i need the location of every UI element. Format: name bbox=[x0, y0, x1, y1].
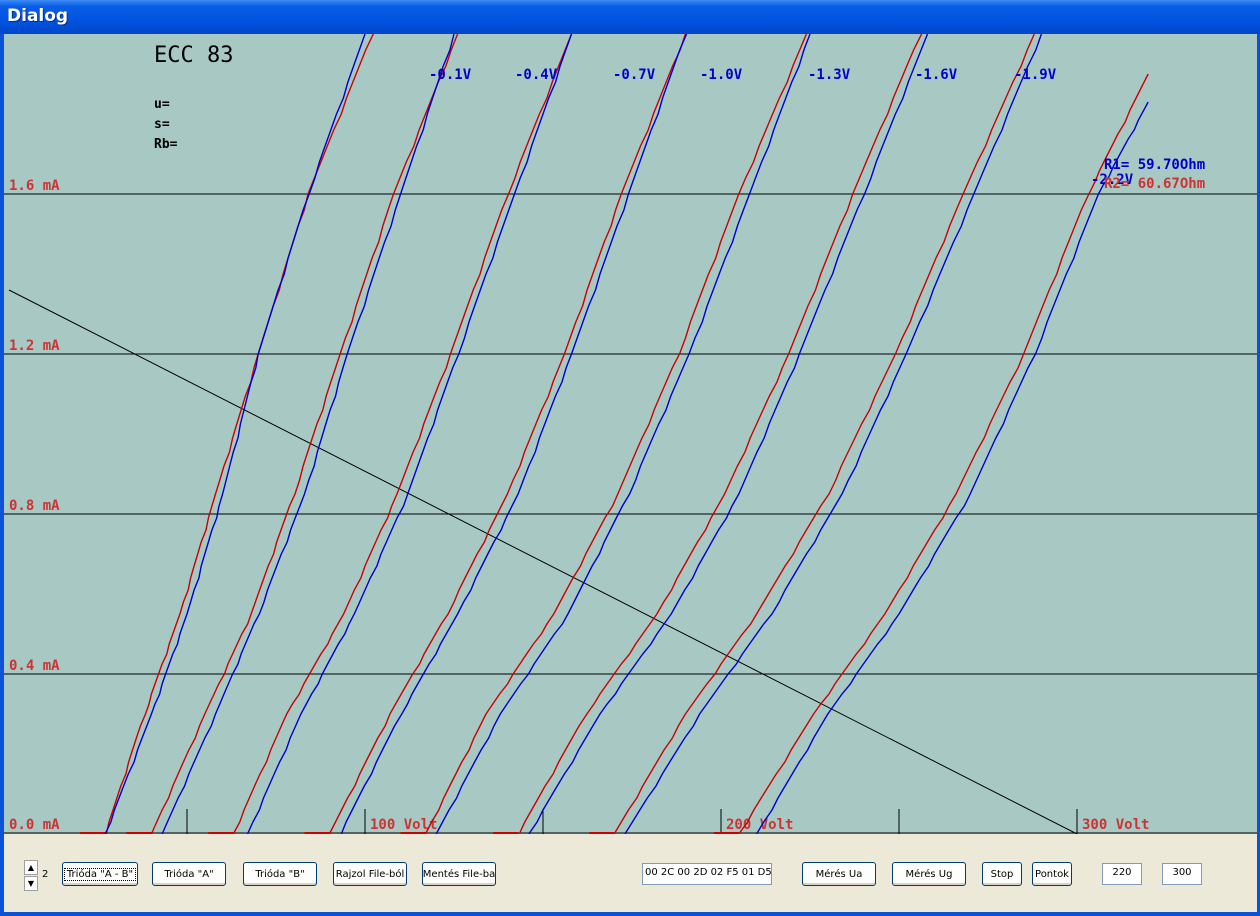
spinner-value: 2 bbox=[42, 869, 49, 880]
value-field-1[interactable]: 220 bbox=[1102, 863, 1142, 885]
window-title: Dialog bbox=[7, 6, 69, 26]
spin-up-icon[interactable]: ▲ bbox=[24, 860, 38, 875]
hex-data-field[interactable]: 00 2C 00 2D 02 F5 01 D5 bbox=[642, 863, 772, 885]
meres-ua-label: Mérés Ua bbox=[815, 868, 863, 880]
curve-b--0.1V bbox=[105, 34, 374, 834]
y-tick-label: 1.2 mA bbox=[9, 338, 60, 354]
control-panel: ▲ ▼ 2 Trióda "A - B" Trióda "A" Trióda "… bbox=[4, 834, 1257, 912]
spin-down-icon[interactable]: ▼ bbox=[24, 876, 38, 891]
grid-voltage-label: -0.7V bbox=[613, 67, 656, 83]
load-line bbox=[8, 289, 1078, 834]
title-bar[interactable]: Dialog bbox=[0, 0, 1260, 35]
curve-count-spinner[interactable]: ▲ ▼ bbox=[24, 860, 38, 892]
curve-b--1.0V bbox=[328, 34, 687, 834]
param-label: u= bbox=[154, 97, 170, 112]
param-label: Rb= bbox=[154, 137, 178, 152]
resistance-annotation: R2= 60.67Ohm bbox=[1104, 176, 1205, 192]
meres-ua-button[interactable]: Mérés Ua bbox=[802, 862, 876, 886]
mentes-file-button[interactable]: Mentés File-ba bbox=[422, 862, 496, 886]
y-tick-label: 0.0 mA bbox=[9, 817, 60, 833]
trioda-a-label: Trióda "A" bbox=[164, 868, 214, 880]
plot-area: 0.0 mA 0.4 mA 0.8 mA 1.2 mA 1.6 mA 100 Volt 20… bbox=[4, 34, 1257, 834]
pontok-label: Pontok bbox=[1035, 868, 1069, 880]
curve-b--1.9V bbox=[613, 34, 1035, 834]
y-tick-label: 0.4 mA bbox=[9, 658, 60, 674]
stop-label: Stop bbox=[990, 868, 1014, 880]
stop-button[interactable]: Stop bbox=[982, 862, 1022, 886]
curve-b--1.6V bbox=[518, 34, 923, 834]
characteristic-chart: 0.0 mA0.4 mA0.8 mA1.2 mA1.6 mA100 Volt 20… bbox=[4, 34, 1257, 834]
param-label: s= bbox=[154, 117, 170, 132]
curve-a--2.2V bbox=[755, 101, 1149, 834]
curve-a--1.6V bbox=[528, 34, 929, 834]
x-tick-label: 300 Volt bbox=[1082, 817, 1149, 833]
curve-b--2.2V bbox=[738, 73, 1149, 834]
x-tick-label: 200 Volt bbox=[726, 817, 793, 833]
window-frame-bottom bbox=[0, 912, 1260, 916]
curve-b--0.4V bbox=[150, 34, 459, 834]
rajzol-file-button[interactable]: Rajzol File-ból bbox=[333, 862, 407, 886]
curve-a--1.3V bbox=[435, 34, 811, 834]
rajzol-label: Rajzol File-ból bbox=[335, 868, 405, 880]
meres-ug-label: Mérés Ug bbox=[905, 868, 953, 880]
pontok-button[interactable]: Pontok bbox=[1032, 862, 1072, 886]
grid-voltage-label: -0.4V bbox=[515, 67, 558, 83]
grid-voltage-label: -0.1V bbox=[429, 67, 472, 83]
resistance-annotation: R1= 59.70Ohm bbox=[1104, 157, 1205, 173]
trioda-ab-button[interactable]: Trióda "A - B" bbox=[62, 862, 138, 886]
grid-voltage-label: -1.9V bbox=[1014, 67, 1057, 83]
curve-a--1.9V bbox=[624, 34, 1043, 834]
trioda-b-label: Trióda "B" bbox=[255, 868, 305, 880]
tube-name: ECC 83 bbox=[154, 43, 233, 68]
meres-ug-button[interactable]: Mérés Ug bbox=[892, 862, 966, 886]
grid-voltage-label: -1.0V bbox=[700, 67, 743, 83]
value-field-2[interactable]: 300 bbox=[1162, 863, 1202, 885]
y-tick-label: 1.6 mA bbox=[9, 178, 60, 194]
y-tick-label: 0.8 mA bbox=[9, 498, 60, 514]
grid-voltage-label: -1.3V bbox=[808, 67, 851, 83]
curve-a--0.1V bbox=[104, 34, 366, 834]
trioda-b-button[interactable]: Trióda "B" bbox=[243, 862, 317, 886]
trioda-a-button[interactable]: Trióda "A" bbox=[152, 862, 226, 886]
mentes-label: Mentés File-ba bbox=[422, 868, 496, 880]
trioda-ab-label: Trióda "A - B" bbox=[63, 867, 137, 881]
grid-voltage-label: -1.6V bbox=[915, 67, 958, 83]
curve-a--1.0V bbox=[340, 34, 688, 834]
curve-b--1.3V bbox=[424, 34, 808, 834]
